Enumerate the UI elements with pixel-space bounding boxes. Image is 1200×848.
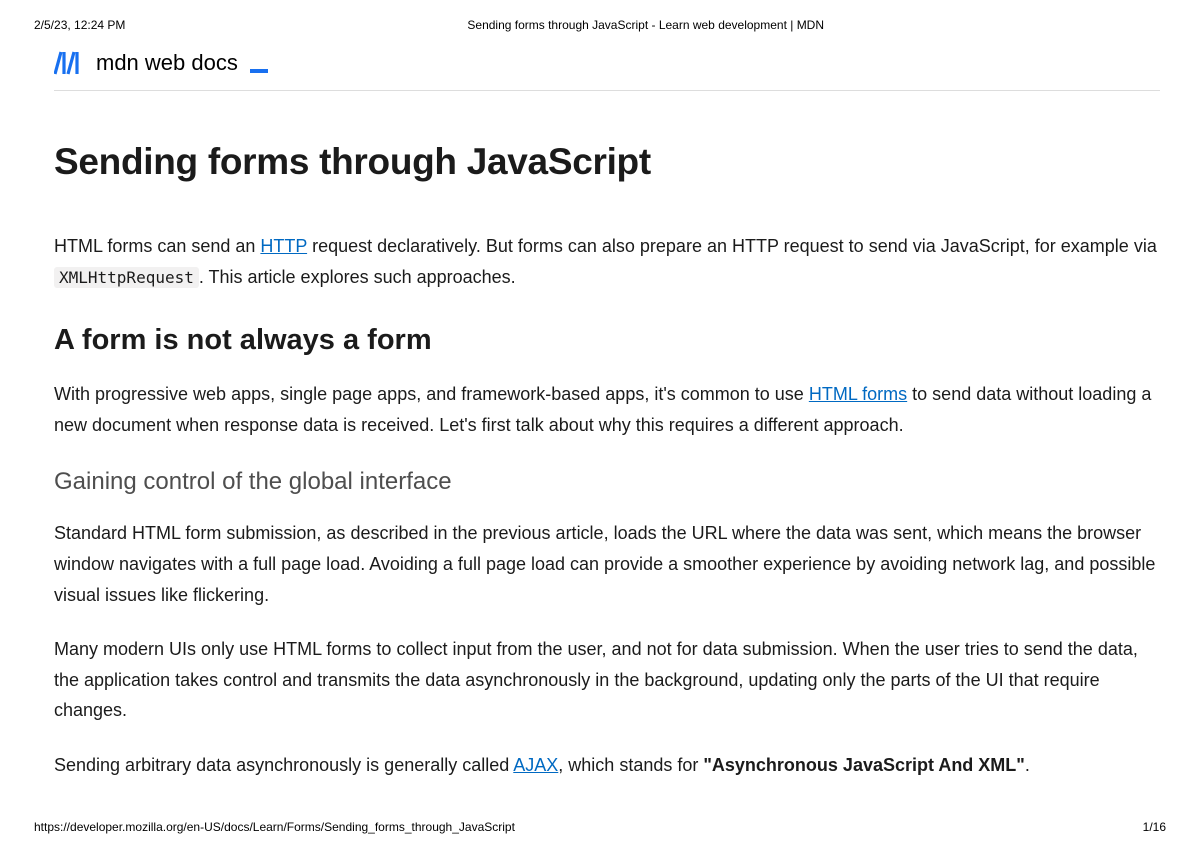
- html-forms-link[interactable]: HTML forms: [809, 384, 907, 404]
- paragraph-ajax: Sending arbitrary data asynchronously is…: [54, 750, 1160, 781]
- ajax-link[interactable]: AJAX: [513, 755, 558, 775]
- page-title: Sending forms through JavaScript: [54, 141, 1160, 183]
- mdn-logo-icon: [54, 51, 88, 75]
- subsection-gaining-control: Gaining control of the global interface: [54, 468, 1160, 496]
- print-header: 2/5/23, 12:24 PM Sending forms through J…: [0, 0, 1200, 32]
- paragraph-pwa: With progressive web apps, single page a…: [54, 379, 1160, 440]
- logo-cursor-icon: [250, 69, 268, 73]
- paragraph-standard-submission: Standard HTML form submission, as descri…: [54, 518, 1160, 610]
- print-page-number: 1/16: [1143, 820, 1166, 834]
- http-link[interactable]: HTTP: [260, 236, 307, 256]
- print-title: Sending forms through JavaScript - Learn…: [467, 18, 824, 32]
- print-timestamp: 2/5/23, 12:24 PM: [34, 18, 125, 32]
- intro-paragraph: HTML forms can send an HTTP request decl…: [54, 231, 1160, 292]
- page-content: mdn web docs Sending forms through JavaS…: [0, 32, 1200, 781]
- ajax-acronym: "Asynchronous JavaScript And XML": [703, 755, 1024, 775]
- site-logo[interactable]: mdn web docs: [54, 50, 1160, 91]
- xmlhttprequest-code: XMLHttpRequest: [54, 267, 199, 288]
- section-heading-form-not-always: A form is not always a form: [54, 324, 1160, 357]
- print-url: https://developer.mozilla.org/en-US/docs…: [34, 820, 515, 834]
- paragraph-modern-uis: Many modern UIs only use HTML forms to c…: [54, 634, 1160, 726]
- logo-text: mdn web docs: [96, 50, 238, 76]
- print-footer: https://developer.mozilla.org/en-US/docs…: [34, 820, 1166, 834]
